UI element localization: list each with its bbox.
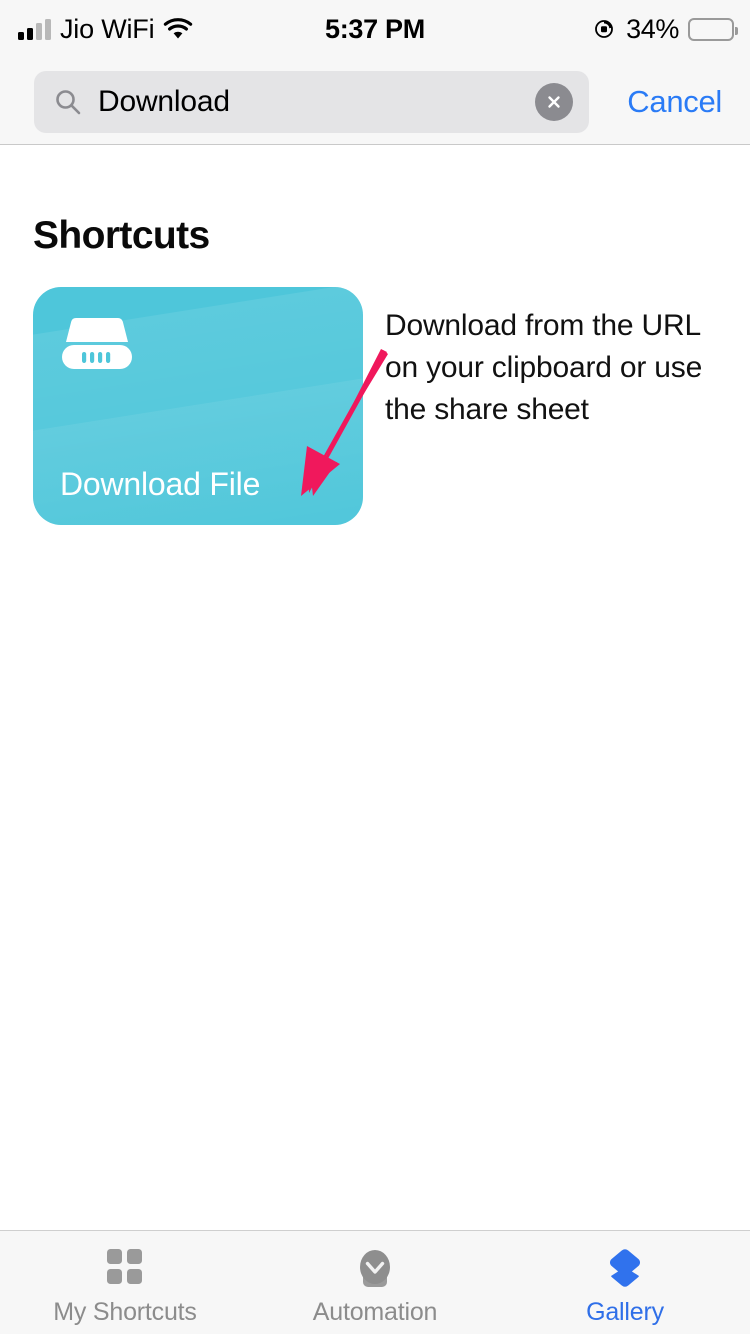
tab-gallery-label: Gallery — [586, 1297, 664, 1326]
clear-icon[interactable] — [535, 83, 573, 121]
battery-icon — [688, 17, 738, 41]
section-title-shortcuts: Shortcuts — [33, 214, 210, 257]
search-results-content: Shortcuts Download File Download from th… — [0, 146, 750, 1230]
status-bar: Jio WiFi 5:37 PM 34% — [0, 0, 750, 58]
tab-automation-label: Automation — [312, 1297, 438, 1326]
shortcut-card-label: Download File — [60, 466, 261, 502]
tab-my-shortcuts-label: My Shortcuts — [53, 1297, 197, 1326]
search-header: Download Cancel — [0, 58, 750, 145]
grid-squares-icon — [99, 1245, 151, 1291]
tab-bar: My Shortcuts Automation Gallery — [0, 1230, 750, 1334]
tab-automation[interactable]: Automation — [250, 1231, 500, 1334]
shortcut-description: Download from the URL on your clipboard … — [385, 309, 703, 426]
clock-check-icon — [349, 1245, 401, 1291]
rotation-lock-icon — [593, 17, 617, 41]
phone-screen: Jio WiFi 5:37 PM 34% Download Cancel Sho… — [0, 0, 750, 1334]
stacked-diamonds-icon — [599, 1245, 651, 1291]
search-icon — [34, 88, 82, 116]
battery-percentage-label: 34% — [626, 13, 679, 44]
status-bar-right: 34% — [593, 0, 738, 58]
tab-my-shortcuts[interactable]: My Shortcuts — [0, 1231, 250, 1334]
search-input-value: Download — [98, 85, 230, 118]
shortcut-card-download-file[interactable]: Download File — [33, 287, 363, 525]
tab-gallery[interactable]: Gallery — [500, 1231, 750, 1334]
cancel-button[interactable]: Cancel — [627, 58, 722, 145]
search-input[interactable]: Download — [34, 71, 589, 133]
